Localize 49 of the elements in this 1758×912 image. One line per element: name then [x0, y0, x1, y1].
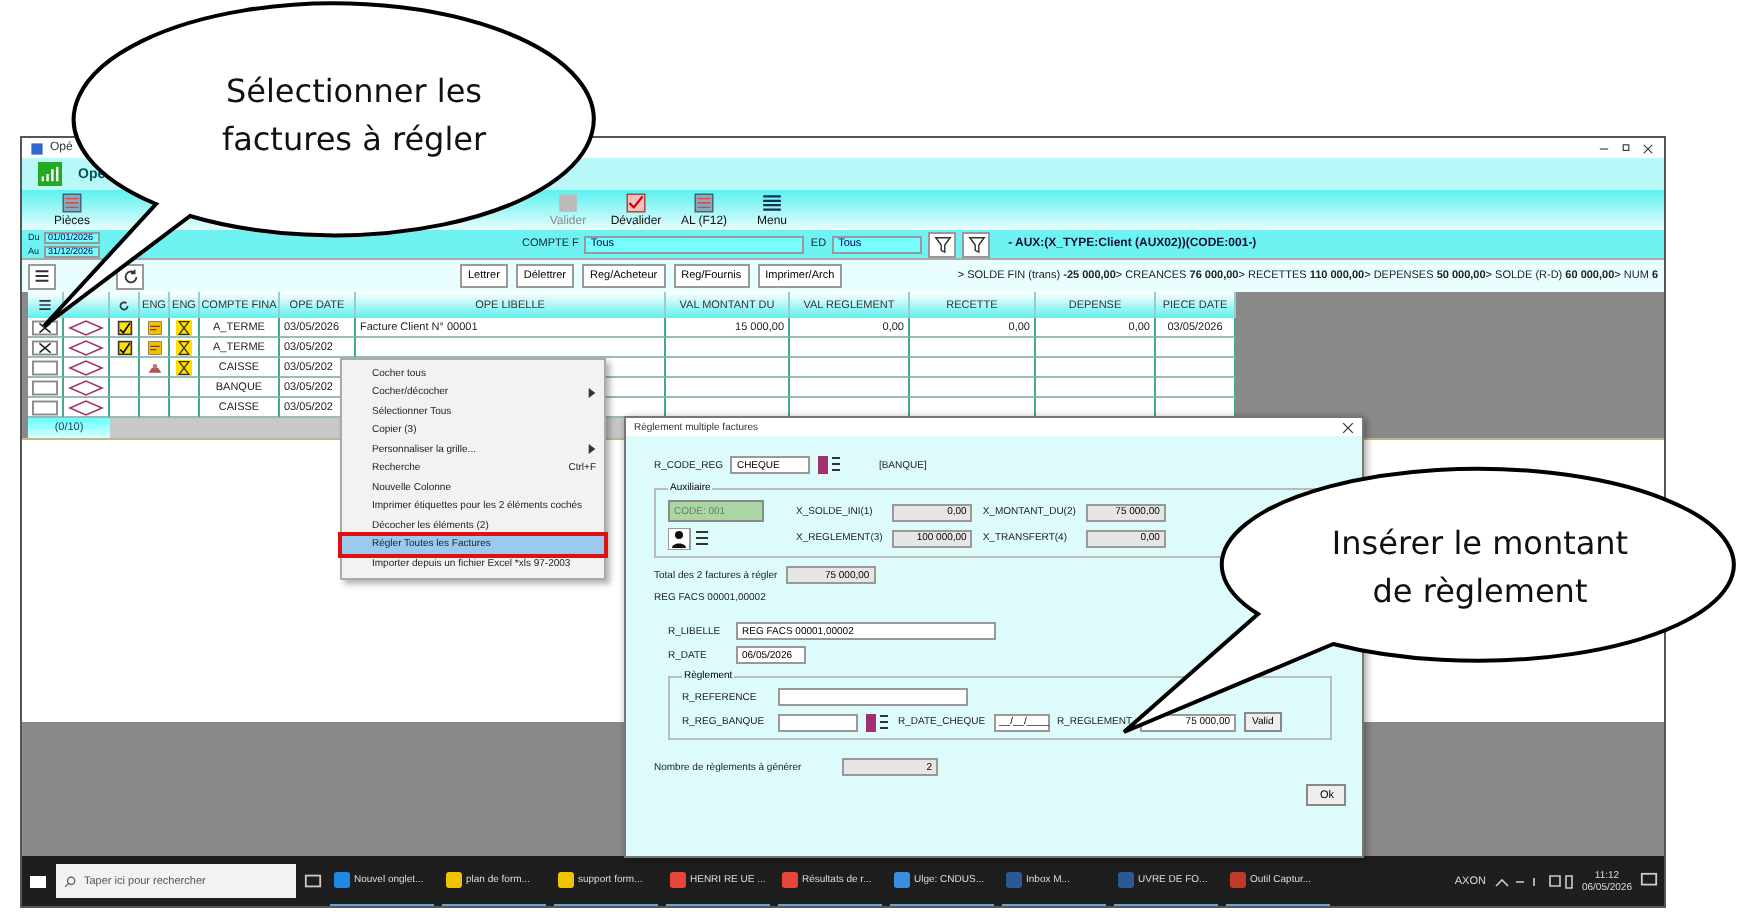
table-cell — [666, 358, 790, 378]
input-field[interactable] — [778, 713, 858, 731]
checkbox[interactable] — [32, 339, 58, 355]
table-cell — [1036, 338, 1156, 358]
tray-icons[interactable] — [1493, 873, 1574, 889]
diamond-icon — [68, 379, 104, 395]
menu-icon[interactable] — [38, 298, 52, 312]
table-cell — [1156, 338, 1236, 358]
submenu-arrow-icon — [588, 444, 596, 455]
menu-icon[interactable] — [28, 263, 56, 289]
table-cell — [790, 358, 910, 378]
task-view-icon[interactable] — [304, 872, 322, 890]
checkmark-icon — [624, 192, 648, 214]
close-icon[interactable] — [1342, 421, 1354, 433]
checkbox-icon — [115, 339, 133, 355]
table-cell — [790, 338, 910, 358]
input-field[interactable] — [778, 688, 968, 706]
search-icon — [64, 875, 76, 887]
notification-icon[interactable] — [1640, 872, 1658, 890]
app-icon — [30, 141, 44, 155]
checkbox[interactable] — [32, 379, 58, 395]
person-icon[interactable] — [668, 528, 712, 550]
menu-icon — [760, 192, 784, 214]
filter-icon[interactable] — [962, 231, 991, 257]
checkbox[interactable] — [32, 359, 58, 375]
hourglass-icon — [176, 339, 192, 355]
submenu-arrow-icon — [588, 387, 596, 398]
list-icon[interactable] — [818, 456, 843, 474]
close-icon — [1640, 141, 1656, 155]
table-cell — [666, 338, 790, 358]
checkbox[interactable] — [32, 399, 58, 415]
maximize-icon — [1618, 141, 1634, 155]
checkbox-icon — [115, 319, 133, 335]
start-icon[interactable] — [28, 871, 48, 891]
diamond-icon — [68, 339, 104, 355]
callout-text: Sélectionner les factures à régler — [219, 70, 489, 162]
table-cell — [910, 338, 1036, 358]
invoice-icon — [145, 339, 163, 355]
list-icon[interactable] — [866, 713, 890, 731]
invoice-icon — [145, 319, 163, 335]
diamond-icon — [68, 359, 104, 375]
hourglass-icon — [176, 319, 192, 335]
table-cell — [1156, 358, 1236, 378]
filter-icon[interactable] — [928, 231, 957, 257]
refresh-icon — [118, 299, 130, 311]
hourglass-icon — [176, 359, 192, 375]
table-cell — [1036, 358, 1156, 378]
table-cell — [910, 358, 1036, 378]
money-stack-icon — [145, 359, 163, 375]
